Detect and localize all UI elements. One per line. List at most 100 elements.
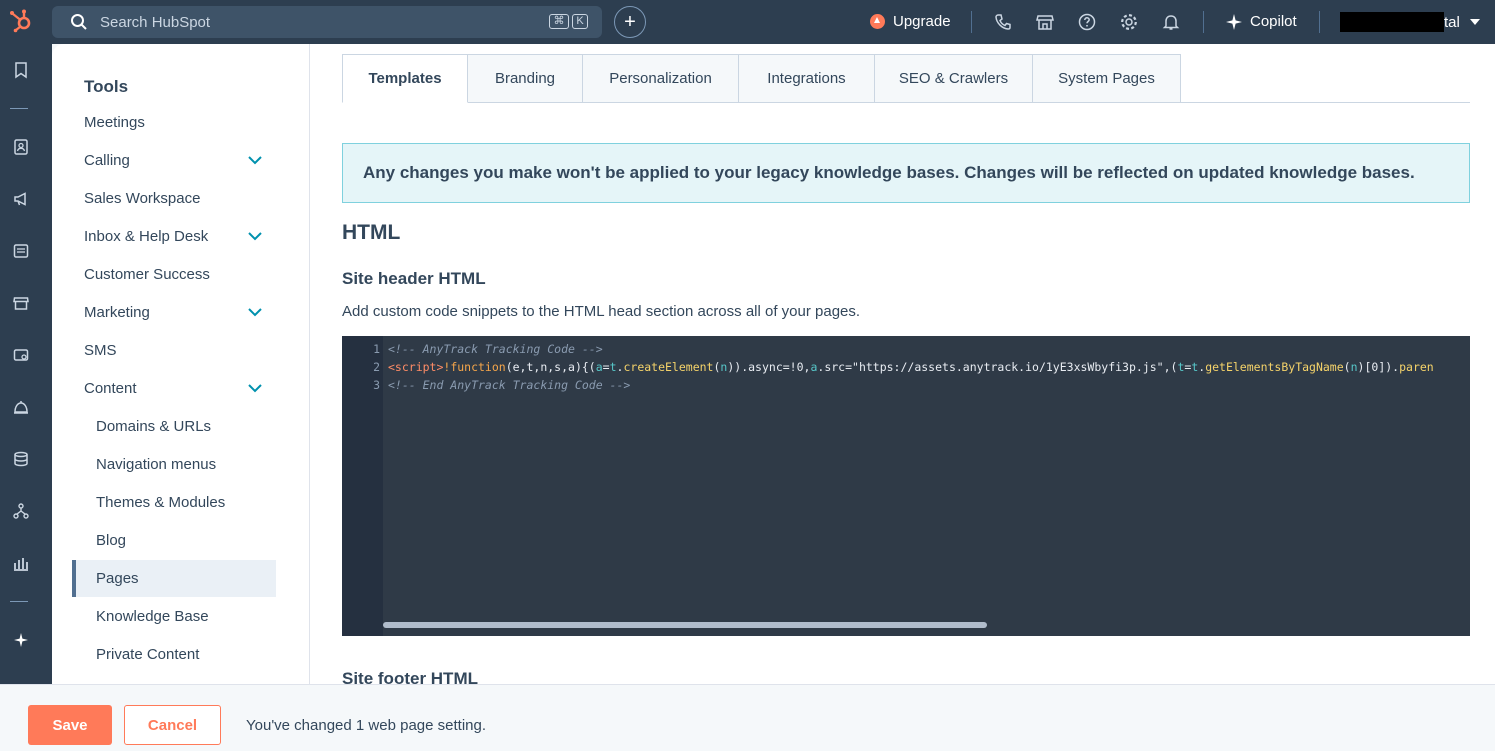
copilot-label: Copilot bbox=[1250, 13, 1297, 30]
contacts-icon[interactable] bbox=[12, 138, 30, 156]
tab-integrations[interactable]: Integrations bbox=[739, 54, 875, 103]
code-token: getElementsByTagName bbox=[1205, 360, 1344, 374]
code-token: ,( bbox=[1163, 360, 1178, 374]
site-header-html-description: Add custom code snippets to the HTML hea… bbox=[342, 303, 861, 320]
sidebar-item-calling[interactable]: Calling bbox=[84, 152, 130, 169]
sidebar-item-knowledge-base[interactable]: Knowledge Base bbox=[96, 608, 209, 625]
code-token: <script> bbox=[388, 360, 444, 374]
code-token: .src= bbox=[817, 360, 853, 374]
code-token: n bbox=[1350, 360, 1358, 374]
copilot-icon bbox=[1226, 13, 1242, 30]
cancel-button[interactable]: Cancel bbox=[124, 705, 221, 745]
divider bbox=[971, 11, 972, 33]
settings-tabs: Templates Branding Personalization Integ… bbox=[342, 54, 1181, 103]
hubspot-logo[interactable] bbox=[8, 8, 34, 34]
line-number: 3 bbox=[373, 378, 380, 392]
horizontal-scrollbar[interactable] bbox=[383, 622, 987, 628]
tab-system-pages[interactable]: System Pages bbox=[1033, 54, 1181, 103]
sidebar-item-pages[interactable]: Pages bbox=[96, 570, 139, 587]
tab-seo-crawlers[interactable]: SEO & Crawlers bbox=[875, 54, 1033, 103]
code-token: "https://assets.anytrack.io/1yE3xsWbyfi3… bbox=[852, 360, 1164, 374]
line-number: 1 bbox=[373, 342, 380, 356]
rail-divider bbox=[10, 601, 28, 602]
redacted-account-name bbox=[1340, 12, 1444, 32]
divider bbox=[1203, 11, 1204, 33]
account-caret-icon[interactable] bbox=[1470, 19, 1480, 25]
ai-icon[interactable] bbox=[12, 631, 30, 649]
upgrade-label: Upgrade bbox=[893, 13, 951, 30]
left-navigation-rail bbox=[0, 44, 52, 684]
tab-personalization[interactable]: Personalization bbox=[583, 54, 739, 103]
notifications-icon[interactable] bbox=[1161, 12, 1181, 32]
code-token: (e,t,n,s,a){( bbox=[505, 360, 596, 374]
save-bar: Save Cancel You've changed 1 web page se… bbox=[0, 684, 1495, 751]
reporting-icon[interactable] bbox=[12, 554, 30, 572]
site-header-html-title: Site header HTML bbox=[342, 269, 486, 288]
code-token: ( bbox=[1343, 360, 1351, 374]
phone-icon[interactable] bbox=[993, 12, 1013, 32]
sidebar-item-sms[interactable]: SMS bbox=[84, 342, 117, 359]
upgrade-button[interactable]: Upgrade bbox=[870, 13, 951, 30]
divider bbox=[1319, 11, 1320, 33]
info-alert: Any changes you make won't be applied to… bbox=[342, 143, 1470, 203]
code-token: )[0]). bbox=[1357, 360, 1400, 374]
marketing-icon[interactable] bbox=[12, 190, 30, 208]
sidebar-item-inbox-help-desk[interactable]: Inbox & Help Desk bbox=[84, 228, 208, 245]
account-menu[interactable]: tal bbox=[1340, 12, 1460, 32]
chevron-down-icon[interactable] bbox=[248, 231, 262, 241]
sidebar-item-marketing[interactable]: Marketing bbox=[84, 304, 150, 321]
code-token: )).async=!0, bbox=[727, 360, 811, 374]
chevron-down-icon[interactable] bbox=[248, 307, 262, 317]
code-line-3: <!-- End AnyTrack Tracking Code --> bbox=[388, 378, 631, 392]
sales-icon[interactable] bbox=[12, 346, 30, 364]
sidebar-item-domains-urls[interactable]: Domains & URLs bbox=[96, 418, 211, 435]
code-token: t bbox=[609, 360, 617, 374]
help-icon[interactable] bbox=[1077, 12, 1097, 32]
bookmark-icon[interactable] bbox=[12, 61, 30, 79]
code-token: paren bbox=[1399, 360, 1434, 374]
marketplace-icon[interactable] bbox=[1035, 12, 1055, 32]
sidebar-heading: Tools bbox=[84, 77, 129, 96]
unsaved-changes-status: You've changed 1 web page setting. bbox=[246, 717, 486, 734]
chevron-down-icon[interactable] bbox=[248, 383, 262, 393]
top-navigation-bar: Search HubSpot ⌘ K + Upgrade Copilot tal bbox=[0, 0, 1495, 44]
settings-icon[interactable] bbox=[1119, 12, 1139, 32]
line-number-gutter: 1 2 3 bbox=[342, 336, 383, 636]
sidebar-item-customer-success[interactable]: Customer Success bbox=[84, 266, 210, 283]
data-icon[interactable] bbox=[12, 450, 30, 468]
main-content: Templates Branding Personalization Integ… bbox=[310, 44, 1495, 684]
create-new-button[interactable]: + bbox=[614, 6, 646, 38]
service-icon[interactable] bbox=[12, 398, 30, 416]
commerce-icon[interactable] bbox=[12, 294, 30, 312]
content-icon[interactable] bbox=[12, 242, 30, 260]
chevron-down-icon[interactable] bbox=[248, 155, 262, 165]
search-icon bbox=[71, 14, 87, 30]
search-input[interactable]: Search HubSpot ⌘ K bbox=[52, 6, 602, 38]
sidebar-item-themes-modules[interactable]: Themes & Modules bbox=[96, 494, 225, 511]
sidebar-item-blog[interactable]: Blog bbox=[96, 532, 126, 549]
code-line-1: <!-- AnyTrack Tracking Code --> bbox=[388, 342, 603, 356]
copilot-button[interactable]: Copilot bbox=[1226, 13, 1297, 30]
sidebar-item-content[interactable]: Content bbox=[84, 380, 137, 397]
section-title: HTML bbox=[342, 221, 401, 244]
sidebar-item-sales-workspace[interactable]: Sales Workspace bbox=[84, 190, 200, 207]
code-token: = bbox=[602, 360, 610, 374]
sidebar-item-meetings[interactable]: Meetings bbox=[84, 114, 145, 131]
line-number: 2 bbox=[373, 360, 380, 374]
code-line-2: <script>!function(e,t,n,s,a){(a=t.create… bbox=[388, 360, 1434, 374]
rail-divider bbox=[10, 108, 28, 109]
tab-templates[interactable]: Templates bbox=[342, 54, 468, 103]
alert-text: Any changes you make won't be applied to… bbox=[363, 163, 1415, 182]
shortcut-cmd-key: ⌘ bbox=[549, 14, 569, 29]
code-token: createElement bbox=[623, 360, 714, 374]
site-header-code-editor[interactable]: 1 2 3 <!-- AnyTrack Tracking Code --> <s… bbox=[342, 336, 1470, 636]
shortcut-k-key: K bbox=[572, 14, 588, 29]
save-button[interactable]: Save bbox=[28, 705, 112, 745]
sidebar-item-navigation-menus[interactable]: Navigation menus bbox=[96, 456, 216, 473]
automation-icon[interactable] bbox=[12, 502, 30, 520]
sidebar-item-private-content[interactable]: Private Content bbox=[96, 646, 199, 663]
tab-branding[interactable]: Branding bbox=[468, 54, 583, 103]
settings-sidebar: Tools Meetings Calling Sales Workspace I… bbox=[52, 44, 310, 684]
account-name-tail: tal bbox=[1444, 13, 1460, 31]
search-placeholder: Search HubSpot bbox=[100, 13, 211, 31]
